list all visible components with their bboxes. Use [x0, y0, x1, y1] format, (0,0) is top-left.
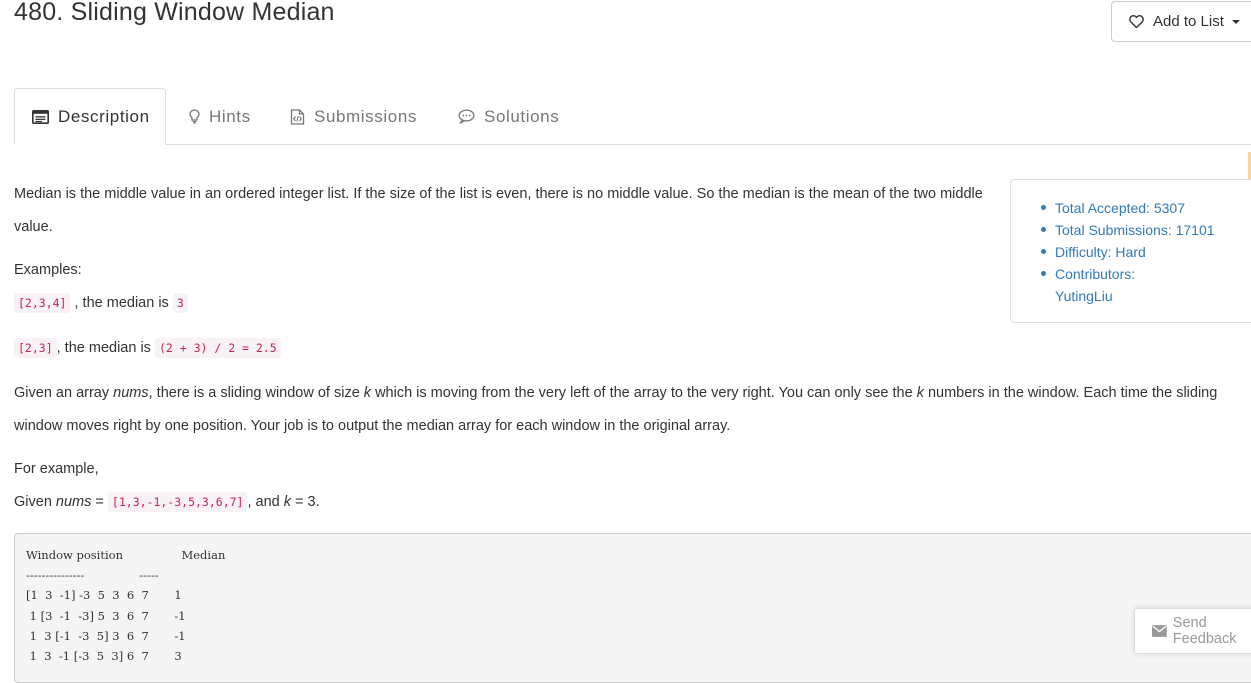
lightbulb-icon	[189, 109, 200, 124]
examples-label: Examples:	[14, 262, 82, 278]
difficulty: Difficulty: Hard	[1041, 241, 1215, 263]
total-submissions: Total Submissions: 17101	[1041, 219, 1215, 241]
send-feedback-label: Send Feedback	[1172, 615, 1237, 647]
example-1: [2,3,4] , the median is 3	[14, 293, 188, 313]
tab-hints-label: Hints	[209, 106, 251, 126]
given-text: , and	[247, 494, 284, 510]
for-example-label: For example,	[14, 461, 99, 477]
example-code-block: Window position Median --------------- -…	[14, 533, 1251, 683]
example-1-code: [2,3,4]	[14, 293, 71, 313]
k-var: k	[363, 385, 372, 401]
nums-var: nums	[55, 494, 92, 510]
send-feedback-button[interactable]: Send Feedback	[1134, 608, 1251, 654]
paragraph-text: numbers in the window. Each time the sli…	[923, 385, 1218, 401]
example-2-text: , the median is	[56, 340, 155, 356]
given-text: =	[91, 494, 108, 510]
tab-submissions-label: Submissions	[314, 106, 417, 126]
page-title: 480. Sliding Window Median	[14, 0, 335, 26]
description-intro: Median is the middle value in an ordered…	[14, 186, 983, 235]
tab-description-label: Description	[58, 106, 150, 126]
stats-list: Total Accepted: 5307 Total Submissions: …	[1041, 197, 1215, 307]
k-var: k	[916, 385, 924, 401]
total-accepted: Total Accepted: 5307	[1041, 197, 1215, 219]
heart-icon	[1129, 15, 1144, 29]
comment-icon	[458, 109, 475, 124]
paragraph-text: Given an array	[14, 385, 114, 401]
problem-paragraph-line-2: window moves right by one position. Your…	[14, 418, 731, 434]
example-2-code: [2,3]	[14, 338, 57, 358]
contributors: Contributors: YutingLiu	[1041, 263, 1215, 307]
problem-stats-panel: Total Accepted: 5307 Total Submissions: …	[1010, 179, 1251, 323]
example-1-result: 3	[172, 293, 188, 313]
example-2-result: (2 + 3) / 2 = 2.5	[154, 338, 281, 358]
nums-var: nums	[113, 385, 149, 401]
paragraph-text: which is moving from the very left of th…	[371, 385, 917, 401]
example-1-text: , the median is	[70, 295, 173, 311]
tab-submissions[interactable]: Submissions	[290, 88, 417, 145]
add-to-list-button[interactable]: Add to List	[1111, 1, 1251, 42]
given-text: = 3.	[291, 494, 320, 510]
code-file-icon	[290, 108, 305, 125]
tab-description[interactable]: Description	[14, 88, 166, 145]
k-var: k	[283, 494, 292, 510]
description-icon	[32, 109, 49, 124]
given-array-code: [1,3,-1,-3,5,3,6,7]	[107, 492, 248, 512]
contributor-link[interactable]: YutingLiu	[1055, 285, 1215, 307]
contributors-label: Contributors:	[1055, 266, 1136, 282]
tab-solutions[interactable]: Solutions	[458, 88, 559, 145]
tab-solutions-label: Solutions	[484, 106, 560, 126]
add-to-list-label: Add to List	[1153, 13, 1224, 30]
chevron-down-icon	[1231, 19, 1240, 24]
problem-paragraph-line-1: Given an array nums, there is a sliding …	[14, 385, 1217, 401]
envelope-icon	[1152, 625, 1167, 637]
problem-tabs: Description Hints Submissions Solutions	[14, 88, 1251, 145]
given-line: Given nums = [1,3,-1,-3,5,3,6,7], and k …	[14, 492, 320, 512]
given-text: Given	[14, 494, 56, 510]
example-2: [2,3], the median is (2 + 3) / 2 = 2.5	[14, 338, 281, 358]
tab-hints[interactable]: Hints	[189, 88, 251, 145]
paragraph-text: , there is a sliding window of size	[148, 385, 364, 401]
